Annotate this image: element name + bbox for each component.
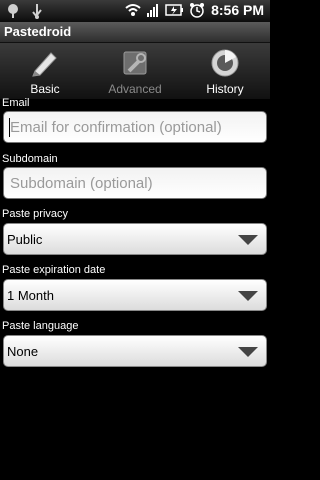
expiration-label: Paste expiration date — [2, 264, 106, 276]
privacy-dropdown[interactable]: Public — [3, 223, 267, 255]
chevron-down-icon — [238, 291, 258, 301]
subdomain-placeholder: Subdomain (optional) — [10, 175, 153, 192]
email-field[interactable]: Email for confirmation (optional) — [3, 111, 267, 143]
tab-basic-label: Basic — [30, 82, 60, 96]
tab-history[interactable]: History — [180, 43, 270, 99]
subdomain-field[interactable]: Subdomain (optional) — [3, 167, 267, 199]
battery-icon — [165, 4, 184, 16]
app-title-bar: Pastedroid — [0, 22, 270, 43]
notification-icon — [8, 4, 18, 18]
language-label: Paste language — [2, 320, 79, 332]
tab-basic[interactable]: Basic — [0, 43, 90, 99]
status-bar: 8:56 PM — [0, 0, 270, 22]
usb-icon — [32, 4, 42, 19]
alarm-icon — [190, 3, 205, 18]
tab-history-label: History — [206, 82, 244, 96]
signal-icon — [147, 4, 159, 17]
expiration-dropdown[interactable]: 1 Month — [3, 279, 267, 311]
history-dial-icon — [211, 49, 239, 77]
language-dropdown[interactable]: None — [3, 335, 267, 367]
chevron-down-icon — [238, 235, 258, 245]
privacy-value: Public — [7, 232, 43, 247]
email-label: Email — [2, 97, 30, 109]
tab-advanced-label: Advanced — [108, 82, 162, 96]
app-title: Pastedroid — [4, 24, 72, 39]
pencil-icon — [32, 52, 57, 77]
subdomain-label: Subdomain — [2, 153, 58, 165]
privacy-label: Paste privacy — [2, 208, 69, 220]
tab-bar: Basic Advanced History — [0, 43, 270, 99]
tab-advanced[interactable]: Advanced — [90, 43, 180, 99]
chevron-down-icon — [238, 347, 258, 357]
settings-wrench-icon — [123, 51, 147, 75]
expiration-value: 1 Month — [7, 288, 54, 303]
language-value: None — [7, 344, 39, 359]
clock-time: 8:56 PM — [211, 2, 264, 18]
email-placeholder: Email for confirmation (optional) — [10, 119, 222, 136]
wifi-icon — [125, 4, 141, 16]
